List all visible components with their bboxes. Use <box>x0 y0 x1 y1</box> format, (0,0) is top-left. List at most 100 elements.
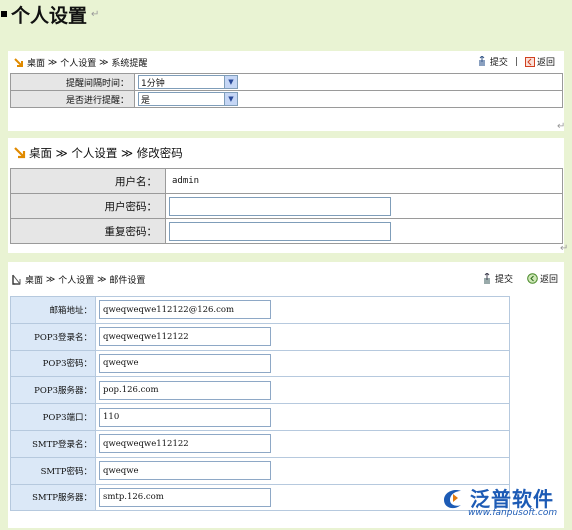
pop3-port-input[interactable]: 110 <box>99 407 271 427</box>
form-row: POP3密码： qweqwe <box>10 349 510 378</box>
form-row: 重复密码： <box>10 218 563 244</box>
field-cell <box>165 218 563 244</box>
form-row: SMTP密码： qweqwe <box>10 456 510 485</box>
mail-form: 邮箱地址： qweqweqwe112122@126.com POP3登录名： qwe… <box>10 296 510 512</box>
form-row: SMTP服务器： smtp.126.com <box>10 483 510 512</box>
pop3-password-input[interactable]: qweqwe <box>99 353 271 373</box>
toolbar-actions: 提交 返回 <box>483 272 558 285</box>
pop3-username-input[interactable]: qweqweqwe112122 <box>99 327 271 347</box>
field-label: SMTP密码： <box>10 456 96 485</box>
form-row: 是否进行提醒： 是 ▼ <box>10 90 563 108</box>
reminder-form: 提醒间隔时间： 1分钟 ▼ 是否进行提醒： 是 ▼ <box>10 73 563 108</box>
arrow-down-right-icon <box>14 57 23 67</box>
chevron-down-icon[interactable]: ▼ <box>224 76 237 88</box>
pop3-server-input[interactable]: pop.126.com <box>99 380 271 400</box>
smtp-username-input[interactable]: qweqweqwe112122 <box>99 434 271 454</box>
password-panel: 桌面 ≫ 个人设置 ≫ 修改密码 用户名： admin 用户密码： 重复密码： <box>8 138 564 253</box>
fanpu-logo-icon <box>444 489 461 508</box>
brand-url: www.fanpusoft.com <box>468 508 558 518</box>
field-label: 用户名： <box>10 168 166 194</box>
breadcrumb-item[interactable]: 桌面 <box>27 56 45 69</box>
form-row: POP3端口： 110 <box>10 403 510 431</box>
field-label: POP3服务器： <box>10 376 96 405</box>
field-cell: qweqwe <box>95 349 510 378</box>
enable-reminder-select[interactable]: 是 ▼ <box>138 92 238 106</box>
submit-icon <box>478 56 485 66</box>
action-separator: | <box>514 56 518 67</box>
arrow-down-right-icon <box>14 147 26 159</box>
field-label: SMTP服务器： <box>10 483 96 512</box>
breadcrumb-item: 修改密码 <box>136 146 183 160</box>
form-row: 用户密码： <box>10 193 563 219</box>
breadcrumb: 桌面 ≫ 个人设置 ≫ 修改密码 <box>14 145 183 161</box>
back-icon <box>527 273 538 284</box>
submit-label: 提交 <box>489 58 508 68</box>
form-row: SMTP登录名： qweqweqwe112122 <box>10 429 510 458</box>
form-row: POP3登录名： qweqweqwe112122 <box>10 322 510 351</box>
bullet-icon <box>1 11 7 17</box>
breadcrumb-item[interactable]: 个人设置 <box>60 56 96 69</box>
form-row: 提醒间隔时间： 1分钟 ▼ <box>10 73 563 91</box>
breadcrumb-separator: ≫ <box>45 274 56 285</box>
back-label: 返回 <box>539 275 558 285</box>
field-cell: qweqweqwe112122@126.com <box>95 296 510 324</box>
arrow-down-right-icon <box>12 274 21 285</box>
breadcrumb-separator: ≫ <box>97 274 107 285</box>
breadcrumb-item[interactable]: 个人设置 <box>71 145 117 161</box>
submit-button[interactable]: 提交 <box>478 55 508 68</box>
breadcrumb-item: 系统提醒 <box>111 59 148 69</box>
form-row: 邮箱地址： qweqweqwe112122@126.com <box>10 296 510 324</box>
field-label: 重复密码： <box>10 218 166 244</box>
breadcrumb-item[interactable]: 个人设置 <box>58 273 94 286</box>
field-cell: 110 <box>95 403 510 431</box>
submit-label: 提交 <box>494 275 513 285</box>
field-label: 用户密码： <box>10 193 166 219</box>
breadcrumb-separator: ≫ <box>55 146 68 160</box>
repeat-password-input[interactable] <box>169 221 391 241</box>
field-cell: 1分钟 ▼ <box>134 73 563 91</box>
form-row: 用户名： admin <box>10 168 563 194</box>
paragraph-mark: ↵ <box>557 121 566 132</box>
breadcrumb: 桌面 ≫ 个人设置 ≫ 邮件设置 <box>12 273 145 286</box>
paragraph-mark: ↵ <box>91 8 100 20</box>
breadcrumb-item[interactable]: 桌面 <box>25 273 43 286</box>
back-label: 返回 <box>536 58 555 68</box>
back-button[interactable]: 返回 <box>527 272 558 285</box>
reminder-panel: 桌面 ≫ 个人设置 ≫ 系统提醒 提交 | 返回 提醒间隔时间： 1分钟 ▼ 是… <box>8 51 564 131</box>
document-title-text: 个人设置 <box>11 4 88 27</box>
breadcrumb-separator: ≫ <box>121 146 134 160</box>
form-row: POP3服务器： pop.126.com <box>10 376 510 405</box>
field-cell: qweqwe <box>95 456 510 485</box>
field-cell: qweqweqwe112122 <box>95 429 510 458</box>
username-value: admin <box>165 168 563 194</box>
select-value: 1分钟 <box>141 78 165 89</box>
email-address-input[interactable]: qweqweqwe112122@126.com <box>99 300 271 320</box>
field-label: 提醒间隔时间： <box>10 73 135 91</box>
interval-select[interactable]: 1分钟 ▼ <box>138 75 238 89</box>
toolbar-actions: 提交 | 返回 <box>478 55 555 68</box>
field-label: SMTP登录名： <box>10 429 96 458</box>
breadcrumb-separator: ≫ <box>99 57 109 68</box>
field-label: POP3登录名： <box>10 322 96 351</box>
smtp-password-input[interactable]: qweqwe <box>99 461 271 481</box>
field-cell: pop.126.com <box>95 376 510 405</box>
field-label: 邮箱地址： <box>10 296 96 324</box>
select-value: 是 <box>141 95 151 106</box>
breadcrumb-separator: ≫ <box>47 57 58 68</box>
field-label: POP3密码： <box>10 349 96 378</box>
paragraph-mark: ↵ <box>560 243 569 254</box>
field-cell: qweqweqwe112122 <box>95 322 510 351</box>
document-title: 个人设置 ↵ <box>0 2 100 27</box>
password-input[interactable] <box>169 196 391 216</box>
submit-button[interactable]: 提交 <box>483 272 513 285</box>
chevron-down-icon[interactable]: ▼ <box>224 93 237 105</box>
field-cell <box>165 193 563 219</box>
field-label: 是否进行提醒： <box>10 90 135 108</box>
breadcrumb-item: 邮件设置 <box>109 276 146 286</box>
submit-icon <box>483 272 490 284</box>
smtp-server-input[interactable]: smtp.126.com <box>99 487 271 507</box>
password-form: 用户名： admin 用户密码： 重复密码： <box>10 168 563 244</box>
field-label: POP3端口： <box>10 403 96 431</box>
back-button[interactable]: 返回 <box>524 55 555 68</box>
breadcrumb-item[interactable]: 桌面 <box>29 145 52 161</box>
